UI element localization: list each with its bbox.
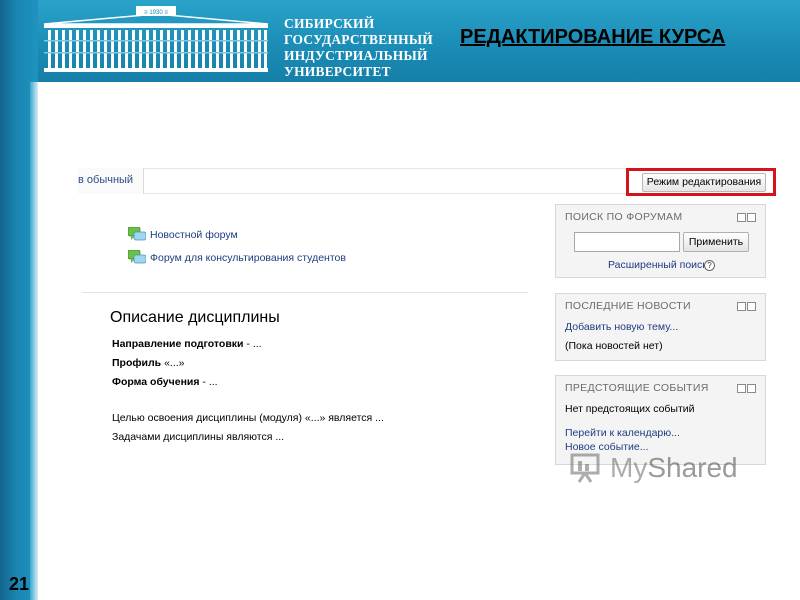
- university-name-line: СИБИРСКИЙ: [284, 16, 375, 31]
- year-tag: ≡ 1930 ≡: [144, 10, 168, 16]
- study-form-value: - ...: [199, 376, 218, 388]
- direction-value: - ...: [243, 338, 262, 350]
- forum-link[interactable]: Новостной форум: [150, 229, 238, 241]
- add-topic-link[interactable]: Добавить новую тему...: [565, 321, 678, 333]
- dock-icon[interactable]: [747, 384, 756, 393]
- direction-label: Направление подготовки: [112, 338, 244, 350]
- forum-link[interactable]: Форум для консультирования студентов: [150, 252, 346, 264]
- profile-value: «...»: [161, 357, 185, 369]
- dock-icon[interactable]: [747, 302, 756, 311]
- slide-title: РЕДАКТИРОВАНИЕ КУРСА: [460, 26, 726, 48]
- edit-mode-button[interactable]: Режим редактирования: [642, 173, 766, 192]
- university-logo: ≡ 1930 ≡ СИБИРСКИЙ ГОСУДАРСТВЕННЫЙ ИНДУС…: [40, 4, 433, 79]
- university-building-icon: ≡ 1930 ≡: [43, 6, 269, 72]
- section-divider: [82, 292, 528, 293]
- help-icon[interactable]: ?: [704, 260, 715, 271]
- collapse-icon[interactable]: [737, 384, 746, 393]
- university-name-line: ИНДУСТРИАЛЬНЫЙ: [284, 48, 428, 63]
- collapse-icon[interactable]: [737, 213, 746, 222]
- calendar-link[interactable]: Перейти к календарю...: [565, 427, 680, 439]
- slide-number: 21: [8, 574, 30, 594]
- no-news-text: (Пока новостей нет): [565, 340, 663, 352]
- no-events-text: Нет предстоящих событий: [565, 403, 695, 415]
- apply-button[interactable]: Применить: [683, 232, 749, 252]
- university-name: СИБИРСКИЙ ГОСУДАРСТВЕННЫЙ ИНДУСТРИАЛЬНЫЙ…: [284, 16, 434, 80]
- study-form-line: Форма обучения - ...: [112, 376, 218, 388]
- view-mode-tab[interactable]: в обычный: [78, 168, 145, 194]
- latest-news-block: ПОСЛЕДНИЕ НОВОСТИ Добавить новую тему...…: [555, 293, 766, 361]
- block-title: ПОИСК ПО ФОРУМАМ: [565, 211, 683, 223]
- direction-line: Направление подготовки - ...: [112, 338, 262, 350]
- tasks-text: Задачами дисциплины являются ...: [112, 431, 285, 443]
- section-title: Описание дисциплины: [110, 309, 280, 326]
- collapse-icon[interactable]: [737, 302, 746, 311]
- watermark-text: MyShared: [610, 452, 738, 484]
- university-name-line: УНИВЕРСИТЕТ: [284, 64, 391, 79]
- myshared-watermark: MyShared: [570, 452, 738, 484]
- forum-icon: [128, 250, 146, 264]
- watermark-shared: Shared: [647, 452, 738, 483]
- advanced-search-link[interactable]: Расширенный поиск: [608, 259, 707, 271]
- goal-text: Целью освоения дисциплины (модуля) «...»…: [112, 412, 384, 424]
- forum-search-input[interactable]: [574, 232, 680, 252]
- forum-search-block: ПОИСК ПО ФОРУМАМ Применить Расширенный п…: [555, 204, 766, 278]
- block-title: ПРЕДСТОЯЩИЕ СОБЫТИЯ: [565, 382, 709, 394]
- forum-item-consultation[interactable]: Форум для консультирования студентов: [128, 250, 346, 266]
- university-name-line: ГОСУДАРСТВЕННЫЙ: [284, 32, 434, 47]
- block-title: ПОСЛЕДНИЕ НОВОСТИ: [565, 300, 691, 312]
- watermark-my: My: [610, 452, 648, 483]
- profile-label: Профиль: [112, 357, 162, 369]
- profile-line: Профиль «...»: [112, 357, 185, 369]
- study-form-label: Форма обучения: [112, 376, 200, 388]
- dock-icon[interactable]: [747, 213, 756, 222]
- left-band-shadow: [30, 82, 38, 600]
- forum-icon: [128, 227, 146, 241]
- course-page-screenshot: в обычный Режим редактирования Новостной…: [38, 82, 800, 600]
- presentation-icon: [570, 453, 600, 483]
- forum-item-news[interactable]: Новостной форум: [128, 227, 238, 243]
